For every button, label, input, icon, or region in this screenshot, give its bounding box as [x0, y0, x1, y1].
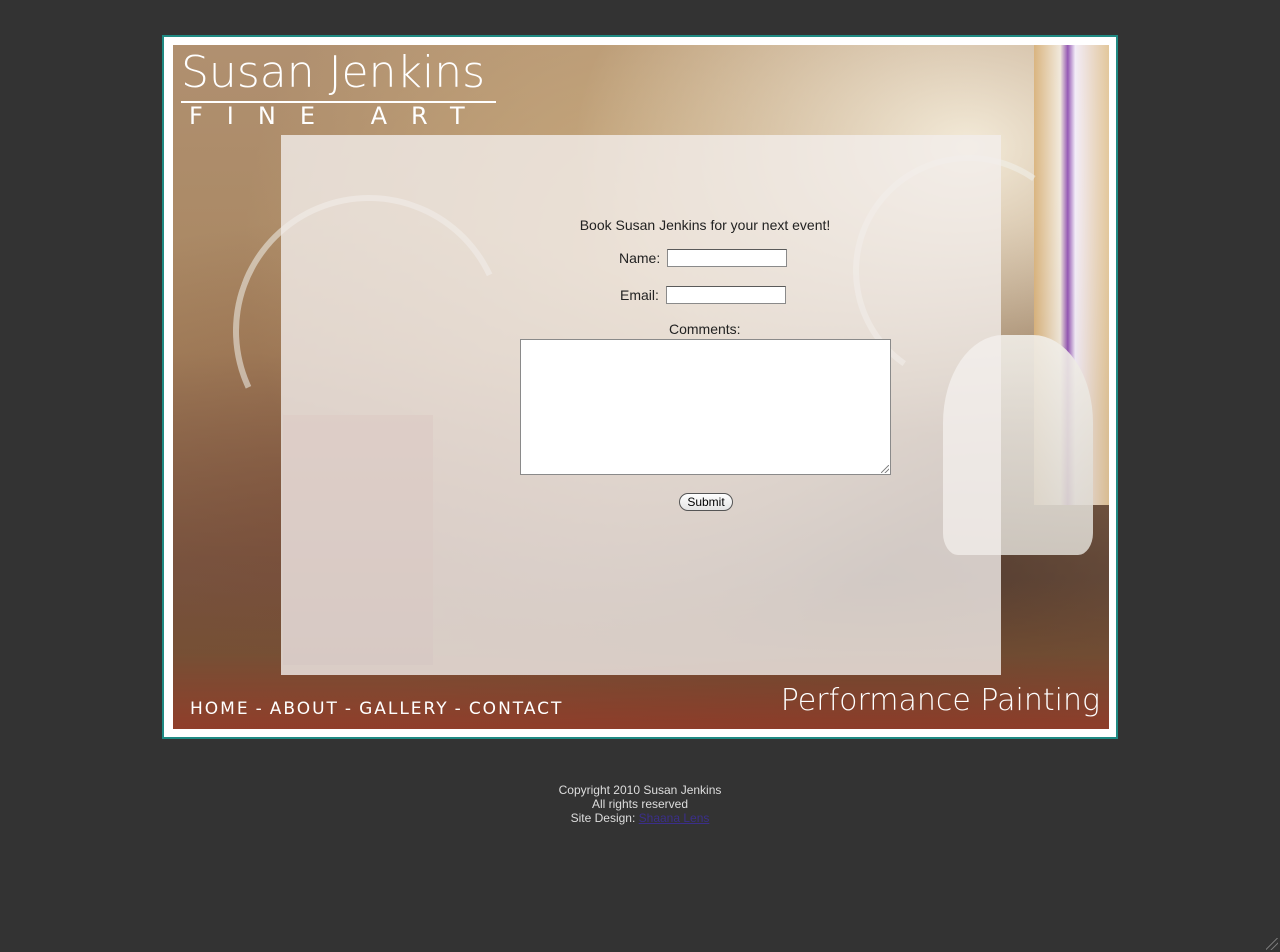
nav-separator: - [255, 699, 264, 719]
name-label: Name: [619, 250, 661, 266]
submit-button[interactable]: Submit [679, 493, 733, 511]
main-nav: HOME - ABOUT - GALLERY - CONTACT [190, 699, 563, 719]
nav-item-home[interactable]: HOME [190, 699, 250, 719]
nav-item-contact[interactable]: CONTACT [469, 699, 564, 719]
comments-field[interactable] [520, 339, 891, 475]
footer-design: Site Design: Shaana Lens [0, 811, 1280, 825]
content-panel: Book Susan Jenkins for your next event! … [281, 135, 1001, 675]
comments-label: Comments: [669, 321, 741, 337]
logo-subtitle: FINE ART [189, 102, 489, 130]
nav-item-gallery[interactable]: GALLERY [359, 699, 449, 719]
nav-separator: - [454, 699, 463, 719]
form-heading: Book Susan Jenkins for your next event! [579, 217, 831, 233]
nav-item-about[interactable]: ABOUT [270, 699, 339, 719]
name-field[interactable] [667, 249, 787, 267]
resize-grip-icon[interactable] [881, 465, 889, 473]
email-field[interactable] [666, 286, 786, 304]
page-tagline: Performance Painting [780, 683, 1100, 718]
email-label: Email: [620, 287, 659, 303]
footer-rights: All rights reserved [591, 797, 689, 811]
site-frame: Susan Jenkins FINE ART Book Susan Jenkin… [162, 35, 1118, 739]
nav-separator: - [344, 699, 354, 719]
hero-background: Susan Jenkins FINE ART Book Susan Jenkin… [173, 45, 1109, 729]
corner-grip-icon[interactable] [1266, 938, 1278, 950]
footer-copyright: Copyright 2010 Susan Jenkins [558, 783, 722, 797]
logo-name: Susan Jenkins [181, 47, 496, 103]
booking-form: Book Susan Jenkins for your next event! … [281, 135, 1001, 675]
site-footer: Copyright 2010 Susan Jenkins All rights … [0, 783, 1280, 825]
site-logo[interactable]: Susan Jenkins FINE ART [181, 47, 496, 129]
footer-design-link[interactable]: Shaana Lens [639, 811, 710, 825]
footer-design-label: Site Design: [570, 811, 636, 825]
